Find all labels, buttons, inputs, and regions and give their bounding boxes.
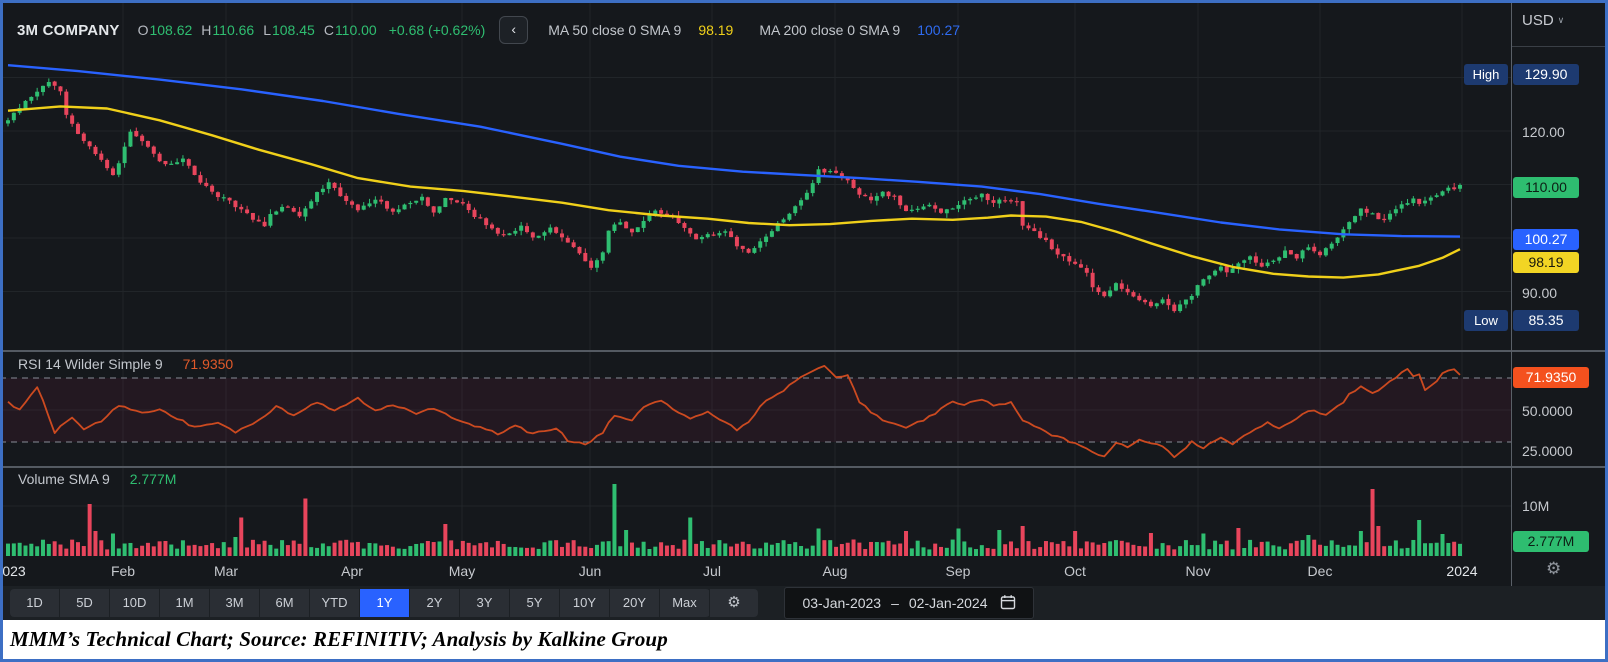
chart-window: 3M COMPANY O108.62 H110.66 L108.45 C110.… (0, 0, 1608, 662)
range-button-1d[interactable]: 1D (10, 589, 60, 617)
ma50-legend-label[interactable]: MA 50 close 0 SMA 9 (548, 22, 681, 38)
candlestick-series (6, 78, 1462, 313)
calendar-icon (1000, 594, 1016, 613)
time-axis-label-aug: Aug (822, 563, 848, 579)
time-axis-label-may: May (448, 563, 476, 579)
range-button-5d[interactable]: 5D (60, 589, 110, 617)
time-axis-label-dec: Dec (1307, 563, 1333, 579)
time-axis-label-feb: Feb (110, 563, 136, 579)
price-scale[interactable]: USD ∨ 129.90 120.00 110.00 100.27 98.19 9… (1512, 3, 1605, 586)
price-chart-canvas[interactable] (0, 0, 1511, 558)
legend-collapse-button[interactable]: ‹ (499, 16, 529, 44)
chevron-down-icon: ∨ (1557, 15, 1565, 25)
time-axis-label-oct: Oct (1064, 563, 1086, 579)
range-button-6m[interactable]: 6M (260, 589, 310, 617)
time-axis-label-2024: 2024 (1446, 563, 1478, 579)
time-axis-label-nov: Nov (1185, 563, 1211, 579)
caption-bar: MMM’s Technical Chart; Source: REFINITIV… (0, 620, 1608, 659)
rsi-volume-separator[interactable] (0, 466, 1608, 468)
range-button-20y[interactable]: 20Y (610, 589, 660, 617)
range-button-10d[interactable]: 10D (110, 589, 160, 617)
open-value: O108.62 (137, 22, 193, 38)
range-button-2y[interactable]: 2Y (410, 589, 460, 617)
low-price-badge: 85.35 (1513, 310, 1579, 331)
low-value: L108.45 (263, 22, 315, 38)
rsi-value: 71.9350 (182, 356, 234, 372)
range-toolbar: 1D 5D 10D 1M 3M 6M YTD 1Y 2Y 3Y 5Y 10Y 20Y Max ⚙ 03-J… (0, 586, 1608, 620)
chart-settings-gear-icon[interactable]: ⚙ (710, 589, 758, 617)
ma200-legend-label[interactable]: MA 200 close 0 SMA 9 (759, 22, 900, 38)
rsi-label: RSI 14 Wilder Simple 9 (18, 356, 163, 372)
volume-legend[interactable]: Volume SMA 9 2.777M (18, 471, 176, 487)
range-button-10y[interactable]: 10Y (560, 589, 610, 617)
date-to: 02-Jan-2024 (908, 595, 988, 611)
range-buttons: 1D 5D 10D 1M 3M 6M YTD 1Y 2Y 3Y 5Y 10Y 20Y Max (10, 589, 710, 617)
range-button-max[interactable]: Max (660, 589, 710, 617)
high-value: H110.66 (201, 22, 255, 38)
volume-series (6, 484, 1462, 556)
rsi-legend[interactable]: RSI 14 Wilder Simple 9 71.9350 (18, 356, 233, 372)
range-button-5y[interactable]: 5Y (510, 589, 560, 617)
time-axis-label-apr: Apr (341, 563, 363, 579)
change-value: +0.68 (+0.62%) (388, 22, 486, 38)
currency-selector[interactable]: USD ∨ (1522, 12, 1564, 29)
range-button-ytd[interactable]: YTD (310, 589, 360, 617)
date-from: 03-Jan-2023 (802, 595, 882, 611)
ma50-legend-value: 98.19 (698, 22, 734, 38)
high-price-badge: 129.90 (1513, 64, 1579, 85)
ma200-price-badge: 100.27 (1513, 229, 1579, 250)
date-range-picker[interactable]: 03-Jan-2023 – 02-Jan-2024 (784, 587, 1034, 619)
time-axis-label-023: 023 (2, 563, 26, 579)
volume-sma-badge: 2.777M (1513, 531, 1589, 552)
rsi-tick-50: 50.0000 (1522, 403, 1573, 419)
axis-settings-gear-icon[interactable]: ⚙ (1546, 559, 1561, 579)
low-marker-label: Low (1464, 310, 1508, 331)
volume-tick-10m: 10M (1522, 498, 1550, 514)
price-tick-120: 120.00 (1522, 124, 1565, 140)
range-button-1y[interactable]: 1Y (360, 589, 410, 617)
last-price-badge: 110.00 (1513, 177, 1579, 198)
caption-text: MMM’s Technical Chart; Source: REFINITIV… (10, 627, 668, 651)
price-tick-90: 90.00 (1522, 285, 1558, 301)
ma50-price-badge: 98.19 (1513, 252, 1579, 273)
close-value: C110.00 (323, 22, 377, 38)
rsi-tick-25: 25.0000 (1522, 443, 1573, 459)
symbol-name[interactable]: 3M COMPANY (17, 22, 120, 39)
rsi-band (0, 377, 1511, 443)
range-button-1m[interactable]: 1M (160, 589, 210, 617)
range-button-3y[interactable]: 3Y (460, 589, 510, 617)
time-axis-label-mar: Mar (213, 563, 239, 579)
ma200-legend-value: 100.27 (917, 22, 961, 38)
range-button-3m[interactable]: 3M (210, 589, 260, 617)
volume-label: Volume SMA 9 (18, 471, 110, 487)
price-rsi-separator[interactable] (0, 350, 1608, 352)
time-axis[interactable]: 023 Feb Mar Apr May Jun Jul Aug Sep Oct Nov Dec 2024 (0, 557, 1511, 586)
date-separator: – (891, 595, 899, 611)
ohlc-header: 3M COMPANY O108.62 H110.66 L108.45 C110.… (17, 16, 986, 44)
gridlines (0, 3, 1511, 557)
volume-value: 2.777M (129, 471, 177, 487)
time-axis-label-sep: Sep (945, 563, 971, 579)
time-axis-label-jun: Jun (578, 563, 602, 579)
rsi-value-badge: 71.9350 (1513, 367, 1589, 388)
time-axis-label-jul: Jul (703, 563, 721, 579)
high-marker-label: High (1464, 64, 1508, 85)
